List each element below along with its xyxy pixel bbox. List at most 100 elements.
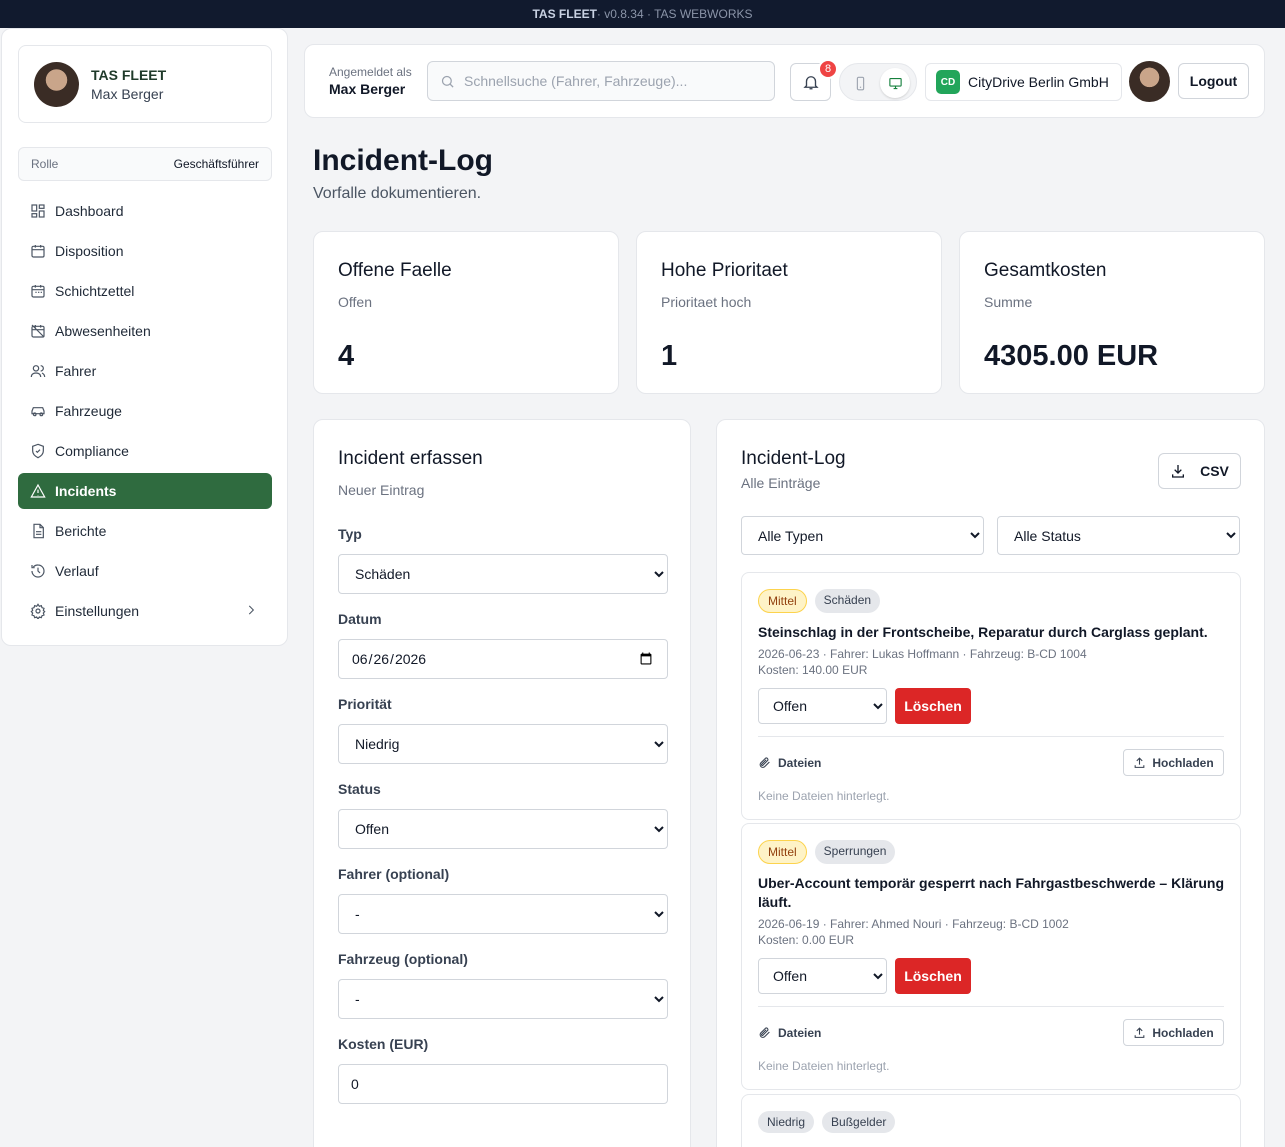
type-select[interactable]: Schäden: [338, 554, 668, 594]
sidebar-item-compliance[interactable]: Compliance: [18, 433, 272, 469]
search-icon: [441, 75, 454, 88]
incident-status-select[interactable]: Offen: [758, 958, 887, 994]
priority-badge: Mittel: [758, 840, 807, 864]
priority-badge: Mittel: [758, 589, 807, 613]
sidebar-item-verlauf[interactable]: Verlauf: [18, 553, 272, 589]
sidebar-item-label: Schichtzettel: [55, 283, 135, 299]
type-badge: Sperrungen: [814, 840, 896, 864]
incident-card: Mittel Sperrungen Uber-Account temporär …: [741, 823, 1241, 1090]
role-label: Rolle: [31, 157, 59, 171]
date-input[interactable]: [338, 639, 668, 679]
upload-button[interactable]: Hochladen: [1123, 749, 1224, 776]
desktop-view-button[interactable]: [880, 68, 910, 98]
status-label: Status: [338, 781, 381, 797]
incident-description: Steinschlag in der Frontscheibe, Reparat…: [758, 624, 1208, 640]
page-subtitle: Vorfalle dokumentieren.: [313, 185, 482, 202]
sidebar-item-label: Disposition: [55, 243, 124, 259]
delete-button[interactable]: Löschen: [895, 958, 971, 994]
logout-button[interactable]: Logout: [1178, 63, 1249, 99]
topbar-brand: TAS FLEET: [532, 7, 597, 21]
status-select[interactable]: Offen: [338, 809, 668, 849]
company-selector[interactable]: CD CityDrive Berlin GmbH: [925, 63, 1122, 101]
stat-card-open: Offene Faelle Offen 4: [313, 231, 619, 394]
files-label: Dateien: [758, 756, 821, 770]
type-badge: Bußgelder: [822, 1111, 896, 1133]
header-bar: Angemeldet als Max Berger 8 CD CityDrive…: [304, 44, 1265, 118]
topbar-version: · v0.8.34 · TAS WEBWORKS: [596, 7, 753, 21]
users-icon: [30, 365, 46, 378]
sidebar-item-label: Dashboard: [55, 203, 124, 219]
type-label: Typ: [338, 526, 362, 542]
priority-select[interactable]: Niedrig: [338, 724, 668, 764]
no-files-text: Keine Dateien hinterlegt.: [758, 789, 890, 803]
sidebar-item-einstellungen[interactable]: Einstellungen: [18, 593, 272, 629]
company-name: CityDrive Berlin GmbH: [968, 74, 1109, 90]
calendar-icon: [31, 285, 45, 298]
vehicle-select[interactable]: -: [338, 979, 668, 1019]
signed-in-info: Angemeldet als Max Berger: [329, 65, 412, 97]
sidebar-item-label: Compliance: [55, 443, 129, 459]
search-box: [427, 61, 775, 101]
upload-button[interactable]: Hochladen: [1123, 1019, 1224, 1046]
stat-value: 4: [338, 340, 355, 372]
smartphone-icon: [856, 76, 864, 90]
role-selector[interactable]: Rolle Geschäftsführer: [18, 147, 272, 181]
sidebar-item-fahrer[interactable]: Fahrer: [18, 353, 272, 389]
sidebar-item-label: Einstellungen: [55, 603, 140, 619]
stat-card-priority: Hohe Prioritaet Prioritaet hoch 1: [636, 231, 942, 394]
sidebar-item-schichtzettel[interactable]: Schichtzettel: [18, 273, 272, 309]
shield-icon: [32, 443, 44, 459]
company-logo: CD: [936, 70, 960, 94]
type-filter-select[interactable]: Alle Typen: [741, 516, 984, 555]
notification-badge: 8: [818, 59, 838, 79]
paperclip-icon: [759, 1027, 770, 1038]
search-input[interactable]: [464, 73, 764, 89]
driver-label: Fahrer (optional): [338, 866, 450, 882]
sidebar-item-disposition[interactable]: Disposition: [18, 233, 272, 269]
signed-in-label: Angemeldet als: [329, 65, 412, 79]
sidebar-item-dashboard[interactable]: Dashboard: [18, 193, 272, 229]
sidebar-item-label: Incidents: [55, 483, 117, 499]
avatar: [34, 61, 79, 107]
priority-badge: Niedrig: [758, 1111, 815, 1133]
notifications-button[interactable]: 8: [790, 59, 838, 101]
stat-subtitle: Summe: [984, 294, 1033, 310]
calendar-icon: [31, 245, 45, 258]
document-icon: [33, 523, 44, 539]
sidebar-item-berichte[interactable]: Berichte: [18, 513, 272, 549]
sidebar-item-incidents[interactable]: Incidents: [18, 473, 272, 509]
incident-form: Incident erfassen Neuer Eintrag Typ Schä…: [313, 419, 691, 1147]
driver-select[interactable]: -: [338, 894, 668, 934]
monitor-icon: [888, 77, 902, 89]
stat-value: 1: [661, 340, 678, 372]
history-icon: [31, 564, 45, 578]
form-subtitle: Neuer Eintrag: [338, 482, 425, 498]
sidebar-item-fahrzeuge[interactable]: Fahrzeuge: [18, 393, 272, 429]
stat-title: Gesamtkosten: [984, 260, 1107, 281]
no-files-text: Keine Dateien hinterlegt.: [758, 1059, 890, 1073]
log-subtitle: Alle Einträge: [741, 475, 821, 491]
dashboard-icon: [31, 204, 45, 218]
stat-card-costs: Gesamtkosten Summe 4305.00 EUR: [959, 231, 1265, 394]
csv-export-button[interactable]: CSV: [1158, 453, 1241, 489]
sidebar-item-abwesenheiten[interactable]: Abwesenheiten: [18, 313, 272, 349]
log-title: Incident-Log: [741, 448, 846, 469]
delete-button[interactable]: Löschen: [895, 688, 971, 724]
csv-label: CSV: [1200, 463, 1229, 479]
app-topbar: TAS FLEET · v0.8.34 · TAS WEBWORKS: [0, 0, 1285, 28]
app-name: TAS FLEET: [91, 66, 167, 83]
avatar[interactable]: [1129, 61, 1170, 102]
stat-title: Hohe Prioritaet: [661, 260, 788, 281]
incident-description: Uber-Account temporär gesperrt nach Fahr…: [758, 875, 1224, 910]
incident-meta: 2026-06-23 · Fahrer: Lukas Hoffmann · Fa…: [758, 647, 1087, 661]
sidebar-item-label: Abwesenheiten: [55, 323, 151, 339]
stat-value: 4305.00 EUR: [984, 340, 1159, 372]
priority-label: Priorität: [338, 696, 392, 712]
incident-meta: 2026-06-19 · Fahrer: Ahmed Nouri · Fahrz…: [758, 917, 1069, 931]
cost-input[interactable]: [338, 1064, 668, 1104]
mobile-view-button[interactable]: [845, 68, 875, 98]
page-title: Incident-Log: [313, 144, 493, 177]
status-filter-select[interactable]: Alle Status: [997, 516, 1240, 555]
incident-status-select[interactable]: Offen: [758, 688, 887, 724]
incident-log-panel: Incident-Log Alle Einträge CSV Alle Type…: [716, 419, 1265, 1147]
